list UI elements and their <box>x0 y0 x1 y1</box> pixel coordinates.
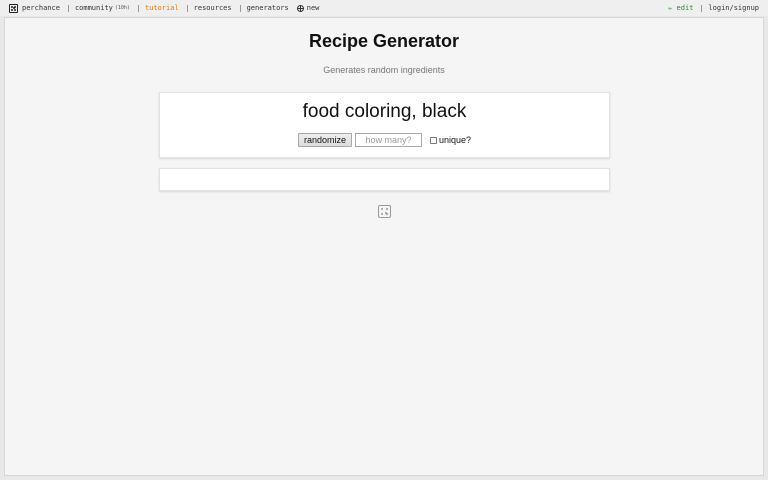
how-many-input[interactable] <box>354 133 422 147</box>
page-title: Recipe Generator <box>308 31 460 51</box>
nav-brand[interactable]: perchance <box>0 3 60 13</box>
plus-circle-icon <box>296 4 304 12</box>
community-count: (10h) <box>114 5 130 11</box>
separator <box>137 4 141 12</box>
edit-label: ✏ edit <box>668 4 694 12</box>
nav-new[interactable]: new <box>289 4 320 12</box>
unique-label: unique? <box>438 135 472 145</box>
nav-generators[interactable]: generators <box>247 4 289 12</box>
brand-label: perchance <box>22 4 60 12</box>
nav-right: ✏ edit login/signup <box>668 0 768 16</box>
generated-result: food coloring, black <box>302 101 467 122</box>
nav-edit[interactable]: ✏ edit <box>668 4 693 12</box>
generators-label: generators <box>246 4 289 12</box>
top-nav-bar: perchance community (10h) tutorial resou… <box>0 0 768 16</box>
nav-left: perchance community (10h) tutorial resou… <box>0 0 319 16</box>
tutorial-label: tutorial <box>144 4 179 12</box>
new-label: new <box>306 4 320 12</box>
resources-label: resources <box>193 4 232 12</box>
dice-icon <box>378 205 391 218</box>
nav-community[interactable]: community (10h) <box>75 4 130 12</box>
generator-page: Recipe Generator Generates random ingred… <box>4 17 764 476</box>
controls-row: randomize unique? <box>160 133 609 147</box>
dice-icon <box>9 3 18 13</box>
login-label: login/signup <box>708 4 759 12</box>
nav-resources[interactable]: resources <box>194 4 232 12</box>
separator <box>67 4 71 12</box>
nav-tutorial[interactable]: tutorial <box>145 4 179 12</box>
unique-checkbox[interactable] <box>429 136 437 144</box>
empty-card <box>159 168 610 191</box>
page-subtitle: Generates random ingredients <box>323 65 445 75</box>
separator <box>701 4 704 12</box>
separator <box>186 4 190 12</box>
community-label: community <box>74 4 113 12</box>
nav-login[interactable]: login/signup <box>708 4 759 12</box>
output-card: food coloring, black randomize unique? <box>159 92 610 158</box>
separator <box>239 4 243 12</box>
randomize-button[interactable]: randomize <box>297 133 352 147</box>
